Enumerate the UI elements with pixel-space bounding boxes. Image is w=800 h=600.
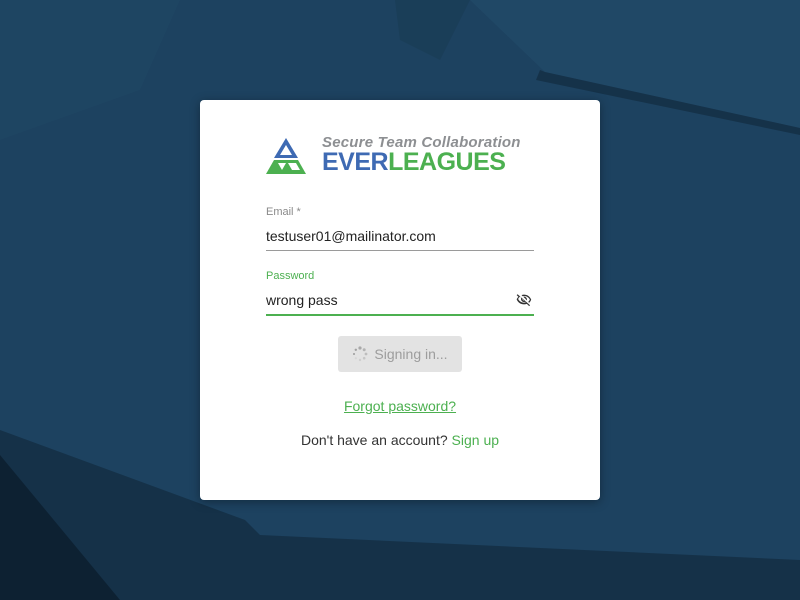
logo-triangle-icon — [266, 138, 306, 174]
logo-word-leagues: LEAGUES — [388, 148, 506, 176]
forgot-password-row: Forgot password? — [200, 398, 600, 414]
sign-in-button[interactable]: Signing in... — [338, 336, 462, 372]
password-underline — [266, 314, 534, 316]
signup-prompt: Don't have an account? — [300, 432, 448, 448]
logo-word-ever: EVER — [322, 148, 389, 176]
email-underline — [266, 250, 534, 251]
sign-up-link[interactable]: Sign up — [452, 432, 499, 448]
everleagues-logo: Secure Team Collaboration EVERLEAGUES — [266, 134, 536, 176]
password-label: Password — [266, 270, 315, 282]
login-card: Secure Team Collaboration EVERLEAGUES Em… — [200, 100, 600, 500]
logo-wordmark: EVERLEAGUES — [322, 147, 506, 177]
eye-slash-icon[interactable] — [516, 292, 532, 308]
email-input[interactable] — [266, 224, 534, 248]
spinner-icon — [353, 346, 368, 362]
password-input[interactable] — [266, 288, 510, 312]
sign-in-button-label: Signing in... — [374, 346, 448, 362]
signup-row: Don't have an account? Sign up — [200, 432, 600, 448]
forgot-password-link[interactable]: Forgot password? — [344, 398, 456, 414]
email-label: Email * — [266, 206, 301, 218]
